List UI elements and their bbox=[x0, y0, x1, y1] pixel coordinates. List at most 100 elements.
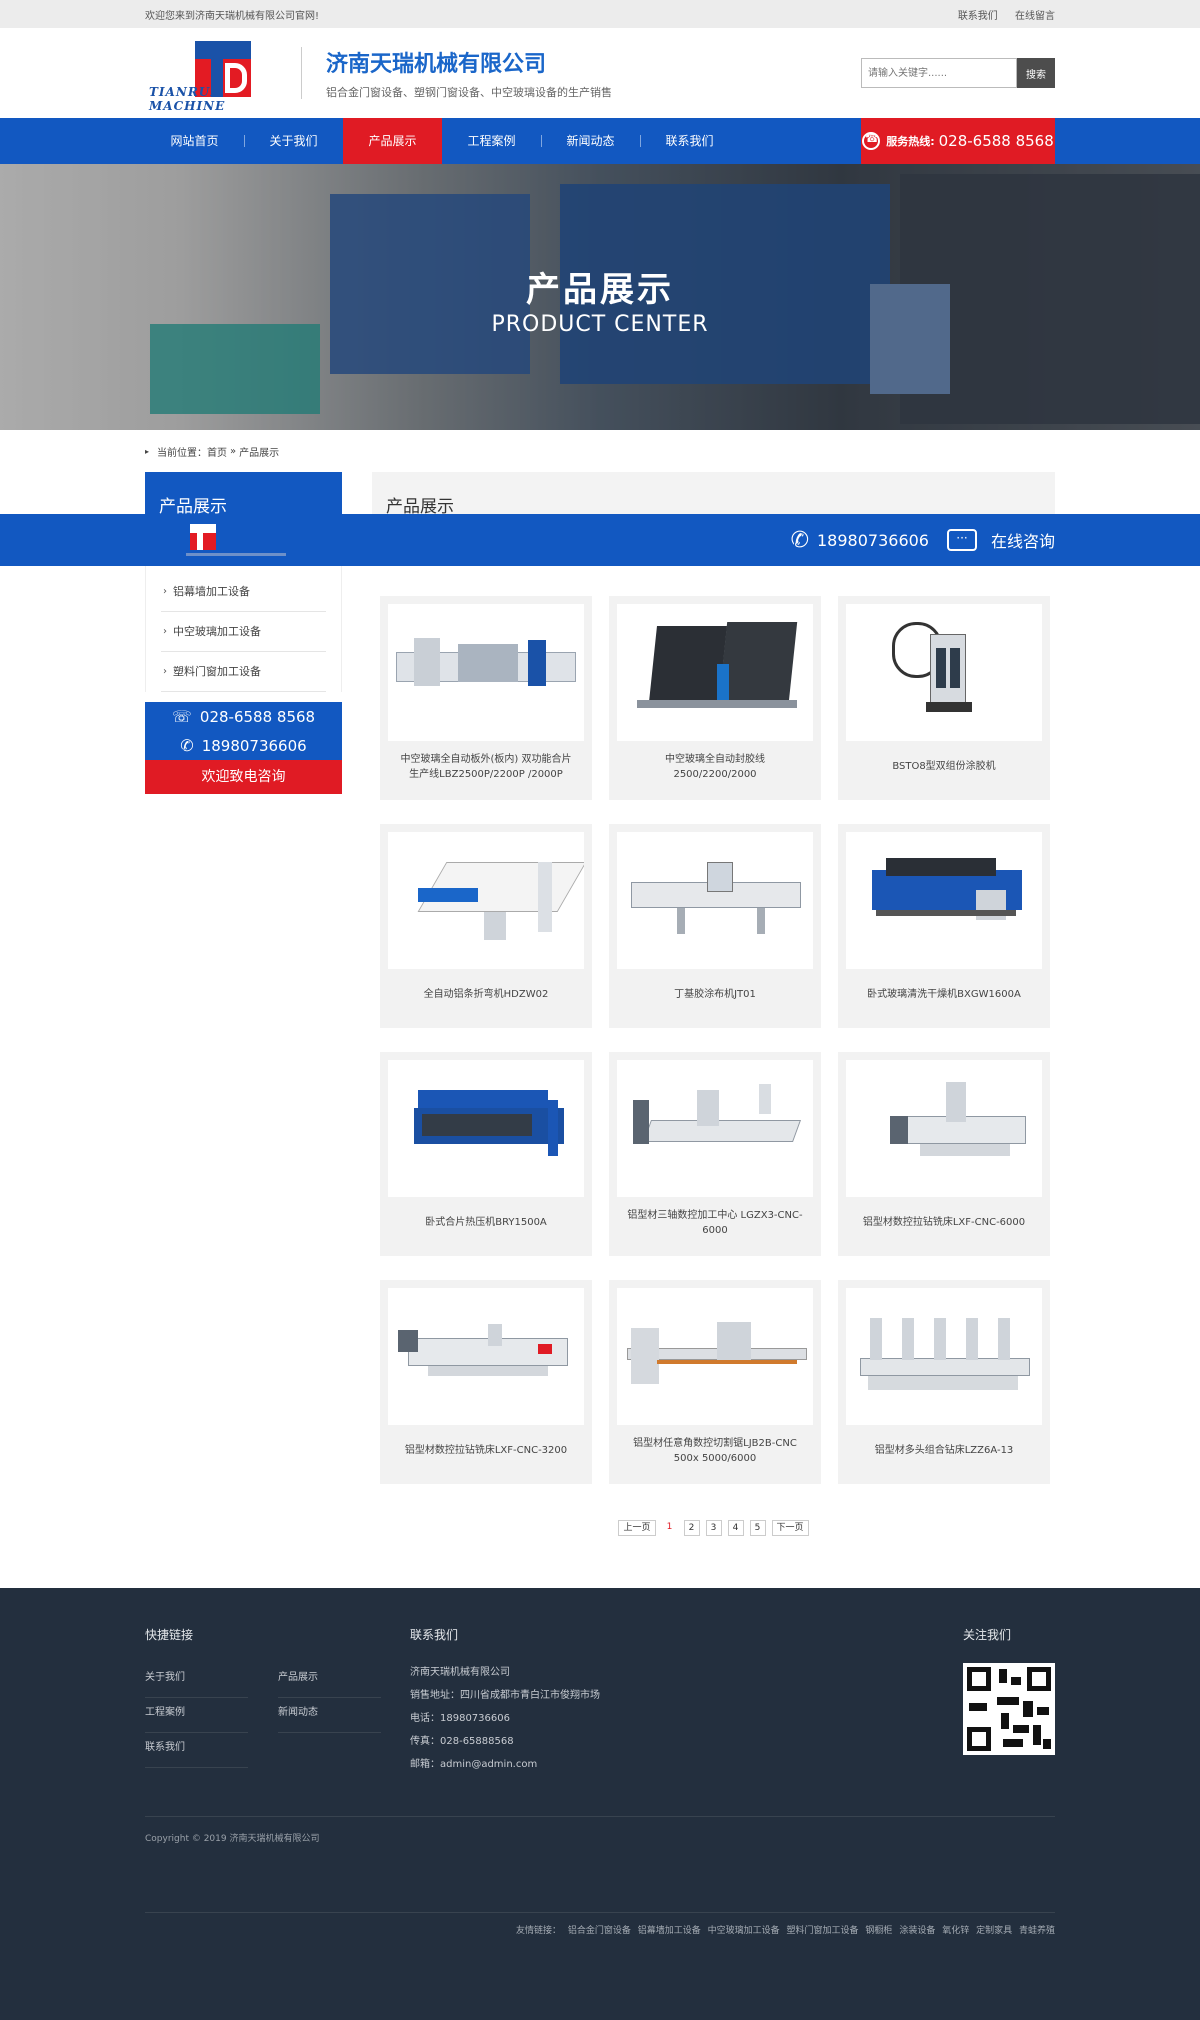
product-image bbox=[388, 1060, 584, 1197]
breadcrumb: ▸ 当前位置： 首页 » 产品展示 bbox=[145, 430, 1055, 472]
product-image bbox=[846, 832, 1042, 969]
company-logo[interactable]: TIANRUI MACHINE bbox=[145, 33, 291, 113]
phone-icon: ✆ bbox=[180, 736, 194, 755]
friend-link[interactable]: 铝幕墙加工设备 bbox=[638, 1926, 701, 1936]
product-name: 铝型材数控拉钻铣床LXF-CNC-3200 bbox=[404, 1445, 568, 1456]
product-card[interactable]: 卧式玻璃清洗干燥机BXGW1600A bbox=[838, 824, 1050, 1028]
footer-link-products[interactable]: 产品展示 bbox=[278, 1663, 381, 1698]
online-consult-link[interactable]: 在线咨询 bbox=[991, 528, 1055, 552]
product-card[interactable]: 铝型材数控拉钻铣床LXF-CNC-3200 bbox=[380, 1280, 592, 1484]
product-image bbox=[388, 832, 584, 969]
friend-link[interactable]: 涂装设备 bbox=[899, 1926, 935, 1936]
footer-contact-title: 联系我们 bbox=[410, 1628, 459, 1642]
hotline: 服务热线: 028-6588 8568 bbox=[861, 118, 1055, 164]
product-image bbox=[388, 604, 584, 741]
sidebar-phone2: 18980736606 bbox=[201, 736, 307, 755]
search-button[interactable]: 搜索 bbox=[1017, 58, 1055, 88]
chat-icon: ··· bbox=[946, 529, 977, 551]
footer-contact-line: 销售地址：四川省成都市青白江市俊翔市场 bbox=[410, 1690, 600, 1701]
top-link-contact[interactable]: 联系我们 bbox=[958, 11, 998, 22]
footer-link-contact[interactable]: 联系我们 bbox=[145, 1733, 248, 1768]
product-name: 丁基胶涂布机JT01 bbox=[674, 989, 756, 1000]
product-card[interactable]: BSTO8型双组份涂胶机 bbox=[838, 596, 1050, 800]
footer-columns: 快捷链接 关于我们 产品展示 工程案例 新闻动态 联系我们 联系我们 济南天瑞机… bbox=[145, 1626, 1055, 1808]
copyright: Copyright © 2019 济南天瑞机械有限公司 bbox=[145, 1816, 1055, 1912]
phone-icon: ✆ bbox=[790, 527, 809, 553]
product-image bbox=[846, 1060, 1042, 1197]
pager-prev[interactable]: 上一页 bbox=[618, 1520, 656, 1536]
sidebar-item-curtain[interactable]: 铝幕墙加工设备 bbox=[161, 572, 326, 612]
banner-title-cn: 产品展示 bbox=[526, 270, 674, 310]
main-area: 产品展示 铝幕墙加工设备 中空玻璃加工设备 塑料门窗加工设备 ☏ 028-658… bbox=[145, 472, 1055, 1536]
pager-page-3[interactable]: 3 bbox=[705, 1520, 722, 1536]
sidebar-phone1: 028-6588 8568 bbox=[199, 707, 316, 726]
product-name: BSTO8型双组份涂胶机 bbox=[892, 761, 996, 772]
top-link-message[interactable]: 在线留言 bbox=[1015, 11, 1055, 22]
friend-link[interactable]: 定制家具 bbox=[976, 1926, 1012, 1936]
hotline-number: 028-6588 8568 bbox=[938, 132, 1054, 150]
footer-link-cases[interactable]: 工程案例 bbox=[145, 1698, 248, 1733]
product-name: 卧式玻璃清洗干燥机BXGW1600A bbox=[867, 989, 1021, 1000]
qr-code-icon bbox=[963, 1663, 1055, 1755]
pager-page-4[interactable]: 4 bbox=[727, 1520, 744, 1536]
footer-contact: 联系我们 济南天瑞机械有限公司 销售地址：四川省成都市青白江市俊翔市场 电话：1… bbox=[410, 1626, 810, 1808]
floating-phone[interactable]: 18980736606 bbox=[817, 531, 929, 550]
pager-next[interactable]: 下一页 bbox=[771, 1520, 809, 1536]
product-card[interactable]: 丁基胶涂布机JT01 bbox=[609, 824, 821, 1028]
product-card[interactable]: 卧式合片热压机BRY1500A bbox=[380, 1052, 592, 1256]
breadcrumb-sep: » bbox=[230, 445, 237, 457]
product-name: 铝型材数控拉钻铣床LXF-CNC-6000 bbox=[862, 1217, 1026, 1228]
friend-link[interactable]: 中空玻璃加工设备 bbox=[708, 1926, 780, 1936]
footer-link-about[interactable]: 关于我们 bbox=[145, 1663, 248, 1698]
footer-quick-links: 快捷链接 关于我们 产品展示 工程案例 新闻动态 联系我们 bbox=[145, 1626, 410, 1808]
search-input[interactable] bbox=[861, 58, 1017, 88]
product-name: 中空玻璃全自动封胶线2500/2200/2000 bbox=[665, 753, 765, 780]
friend-link[interactable]: 铝合金门窗设备 bbox=[568, 1926, 631, 1936]
nav-item-home[interactable]: 网站首页 bbox=[145, 118, 244, 164]
sidebar-phone-row: ☏ 028-6588 8568 bbox=[145, 702, 342, 731]
product-card[interactable]: 中空玻璃全自动封胶线2500/2200/2000 bbox=[609, 596, 821, 800]
breadcrumb-home[interactable]: 首页 bbox=[207, 444, 227, 459]
nav-item-about[interactable]: 关于我们 bbox=[244, 118, 343, 164]
telephone-icon: ☏ bbox=[171, 707, 192, 726]
product-card[interactable]: 铝型材三轴数控加工中心 LGZX3-CNC-6000 bbox=[609, 1052, 821, 1256]
footer-contact-line: 传真：028-65888568 bbox=[410, 1736, 514, 1747]
floating-logo[interactable] bbox=[186, 520, 286, 562]
sidebar-cta[interactable]: 欢迎致电咨询 bbox=[145, 760, 342, 794]
sidebar-item-plastic[interactable]: 塑料门窗加工设备 bbox=[161, 652, 326, 692]
footer-follow: 关注我们 bbox=[963, 1626, 1055, 1808]
product-card[interactable]: 铝型材多头组合钻床LZZ6A-13 bbox=[838, 1280, 1050, 1484]
nav-item-products[interactable]: 产品展示 bbox=[343, 118, 442, 164]
breadcrumb-arrow-icon: ▸ bbox=[145, 446, 150, 456]
footer-follow-title: 关注我们 bbox=[963, 1628, 1012, 1642]
welcome-text: 欢迎您来到济南天瑞机械有限公司官网! bbox=[145, 10, 320, 22]
product-card[interactable]: 中空玻璃全自动板外(板内) 双功能合片生产线LBZ2500P/2200P /20… bbox=[380, 596, 592, 800]
nav-item-news[interactable]: 新闻动态 bbox=[541, 118, 640, 164]
product-name: 铝型材三轴数控加工中心 LGZX3-CNC-6000 bbox=[627, 1209, 803, 1236]
friend-link[interactable]: 塑料门窗加工设备 bbox=[787, 1926, 859, 1936]
nav-item-cases[interactable]: 工程案例 bbox=[442, 118, 541, 164]
product-name: 卧式合片热压机BRY1500A bbox=[425, 1217, 547, 1228]
hotline-label: 服务热线: bbox=[886, 135, 935, 148]
product-name: 铝型材多头组合钻床LZZ6A-13 bbox=[874, 1445, 1014, 1456]
sidebar-item-glass[interactable]: 中空玻璃加工设备 bbox=[161, 612, 326, 652]
friend-link[interactable]: 钢橱柜 bbox=[865, 1926, 892, 1936]
product-image bbox=[617, 604, 813, 741]
pager-page-5[interactable]: 5 bbox=[749, 1520, 766, 1536]
friend-link[interactable]: 氧化锌 bbox=[942, 1926, 969, 1936]
nav-item-contact[interactable]: 联系我们 bbox=[640, 118, 739, 164]
friend-link[interactable]: 青蛙养殖 bbox=[1019, 1926, 1055, 1936]
pager-page-2[interactable]: 2 bbox=[683, 1520, 700, 1536]
pager-page-1[interactable]: 1 bbox=[662, 1520, 678, 1536]
logo-text: TIANRUI MACHINE bbox=[149, 85, 226, 113]
product-content: 产品展示 中空玻璃全自动板外(板内) 双功能合片生产线LBZ2500P/2200… bbox=[372, 472, 1055, 1536]
top-bar: 欢迎您来到济南天瑞机械有限公司官网! 联系我们 在线留言 bbox=[0, 0, 1200, 28]
company-name: 济南天瑞机械有限公司 bbox=[326, 52, 547, 77]
footer-link-news[interactable]: 新闻动态 bbox=[278, 1698, 381, 1733]
logo-text-line bbox=[186, 553, 286, 556]
footer-contact-line: 济南天瑞机械有限公司 bbox=[410, 1667, 510, 1678]
product-card[interactable]: 铝型材数控拉钻铣床LXF-CNC-6000 bbox=[838, 1052, 1050, 1256]
product-card[interactable]: 铝型材任意角数控切割锯LJB2B-CNC 500x 5000/6000 bbox=[609, 1280, 821, 1484]
floating-contact-bar: ✆ 18980736606 ··· 在线咨询 bbox=[0, 514, 1200, 566]
product-card[interactable]: 全自动铝条折弯机HDZW02 bbox=[380, 824, 592, 1028]
